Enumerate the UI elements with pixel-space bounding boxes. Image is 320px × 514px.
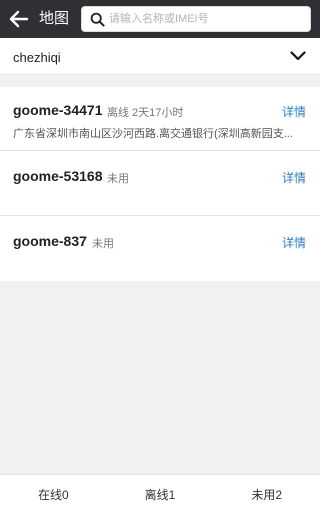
chevron-down-icon <box>290 51 306 61</box>
device-item[interactable]: goome-837 未用 详情 <box>0 217 320 281</box>
device-name: goome-837 <box>13 233 87 249</box>
device-offline-duration: 2天17小时 <box>132 107 184 119</box>
page-title: 地图 <box>39 10 70 27</box>
device-item[interactable]: goome-53168 未用 详情 <box>0 152 320 216</box>
search-box[interactable] <box>81 6 311 32</box>
detail-link[interactable]: 详情 <box>282 169 306 186</box>
device-name: goome-34471 <box>13 102 103 118</box>
tab-online[interactable]: 在线0 <box>0 475 107 514</box>
group-select-value: chezhiqi <box>13 50 61 65</box>
tab-offline[interactable]: 离线1 <box>107 475 214 514</box>
detail-link[interactable]: 详情 <box>282 103 306 120</box>
arrow-left-icon <box>9 10 29 28</box>
back-button[interactable] <box>6 6 32 32</box>
device-address: 广东省深圳市南山区沙河西路.离交通银行(深圳高新园支... <box>13 128 293 140</box>
device-list: goome-34471 离线 2天17小时 详情 广东省深圳市南山区沙河西路.离… <box>0 87 320 281</box>
detail-link[interactable]: 详情 <box>282 234 306 251</box>
device-item[interactable]: goome-34471 离线 2天17小时 详情 广东省深圳市南山区沙河西路.离… <box>0 87 320 151</box>
device-status: 离线 <box>107 107 129 119</box>
tab-unused[interactable]: 未用2 <box>213 475 320 514</box>
search-input[interactable] <box>109 10 305 28</box>
device-status: 未用 <box>92 238 114 250</box>
device-name: goome-53168 <box>13 168 103 184</box>
search-icon <box>90 12 105 27</box>
device-status: 未用 <box>107 173 129 185</box>
top-bar: 地图 <box>0 0 320 38</box>
group-select[interactable]: chezhiqi <box>0 38 320 75</box>
bottom-tab-bar: 在线0 离线1 未用2 <box>0 474 320 514</box>
